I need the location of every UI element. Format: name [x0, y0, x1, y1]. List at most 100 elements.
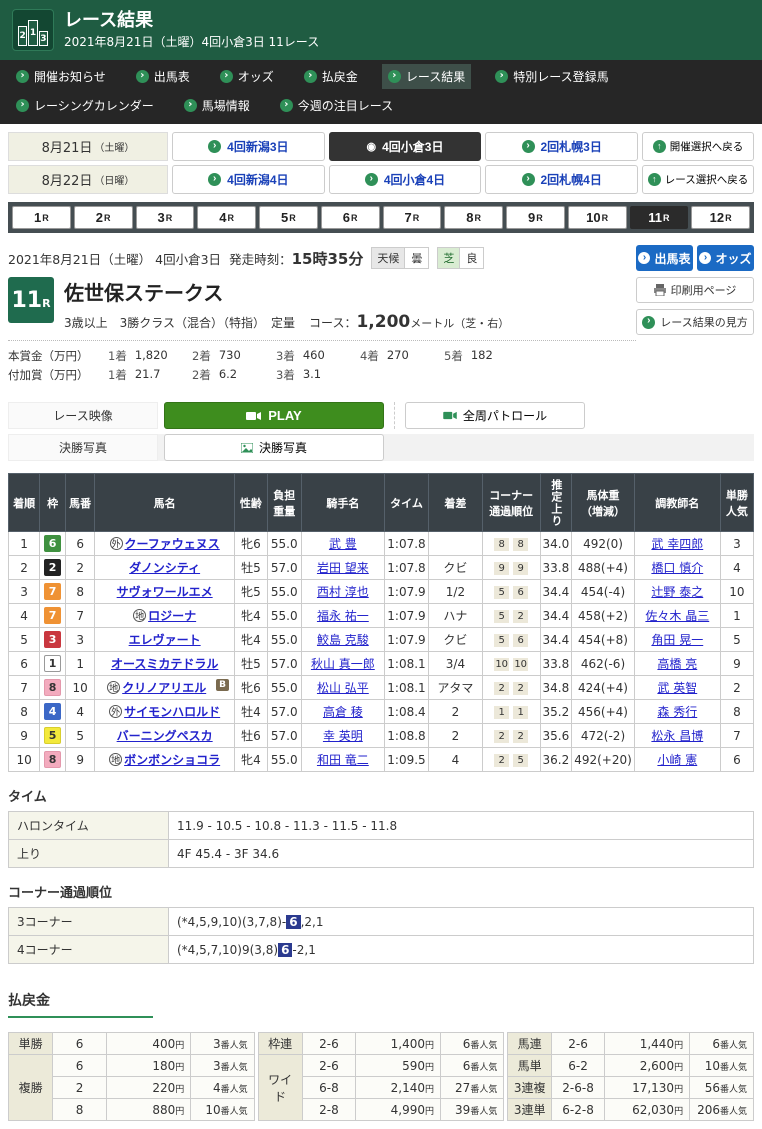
trainer-link[interactable]: 武 幸四郎 — [651, 537, 703, 551]
race-tab-11r[interactable]: 11R — [630, 206, 689, 229]
jockey-link[interactable]: 和田 竜二 — [317, 753, 369, 767]
horse-link[interactable]: バーニングペスカ — [117, 729, 213, 743]
jockey-link[interactable]: 秋山 真一郎 — [311, 657, 375, 671]
horse-link[interactable]: サイモンハロルド — [124, 705, 220, 719]
nav-item-label: オッズ — [238, 68, 274, 85]
horse-link[interactable]: サヴォワールエメ — [117, 585, 213, 599]
nav-item-出馬表[interactable]: 出馬表 — [130, 64, 196, 89]
horse-link[interactable]: ボンボンショコラ — [124, 753, 220, 767]
return-button-レース選択へ戻る[interactable]: レース選択へ戻る — [642, 165, 754, 194]
trainer-link[interactable]: 佐々木 晶三 — [645, 609, 709, 623]
trainer-link[interactable]: 小崎 憲 — [657, 753, 697, 767]
meeting-button-2回札幌4日[interactable]: 2回札幌4日 — [485, 165, 638, 194]
trainer-link[interactable]: 松永 昌博 — [651, 729, 703, 743]
race-tab-8r[interactable]: 8R — [444, 206, 503, 229]
patrol-video-button[interactable]: 全周パトロール — [405, 402, 585, 429]
horse-link[interactable]: クーファウェヌス — [125, 537, 220, 551]
corner-positions: 1010 — [482, 652, 540, 676]
nav-item-レーシングカレンダー[interactable]: レーシングカレンダー — [10, 93, 160, 118]
trainer-link[interactable]: 角田 晃一 — [651, 633, 703, 647]
chevron-right-icon — [365, 173, 378, 186]
race-tab-3r[interactable]: 3R — [136, 206, 195, 229]
popularity-value: 4 — [213, 1081, 221, 1095]
meeting-button-4回新潟3日[interactable]: 4回新潟3日 — [172, 132, 325, 161]
race-tab-2r[interactable]: 2R — [74, 206, 133, 229]
horse-link[interactable]: エレヴァート — [129, 633, 201, 647]
meeting-button-4回小倉3日[interactable]: ◉4回小倉3日 — [329, 132, 482, 161]
jockey-link[interactable]: 岩田 望来 — [317, 561, 369, 575]
return-button-開催選択へ戻る[interactable]: 開催選択へ戻る — [642, 132, 754, 161]
race-tab-6r[interactable]: 6R — [321, 206, 380, 229]
popularity-suffix: 番人気 — [720, 1107, 747, 1117]
trainer-link[interactable]: 武 英智 — [657, 681, 697, 695]
winner-highlight: 6 — [286, 915, 300, 929]
jockey-link[interactable]: 鮫島 克駿 — [317, 633, 369, 647]
horse-name-cell: エレヴァート — [95, 628, 235, 652]
date-dow: （日曜） — [94, 172, 134, 187]
prize-value: 1,820 — [135, 348, 168, 364]
chevron-right-icon — [208, 173, 221, 186]
race-tab-5r[interactable]: 5R — [259, 206, 318, 229]
finish-position: 4 — [9, 604, 40, 628]
nav-item-オッズ[interactable]: オッズ — [214, 64, 280, 89]
bet-amount: 62,030円 — [605, 1099, 690, 1121]
prize-pair: 1着21.7 — [108, 367, 178, 383]
jockey-link[interactable]: 松山 弘平 — [317, 681, 369, 695]
finish-photo-button[interactable]: 決勝写真 — [164, 434, 384, 461]
trainer-link[interactable]: 高橋 亮 — [657, 657, 697, 671]
winner-highlight: 6 — [278, 943, 292, 957]
result-guide-button[interactable]: レース結果の見方 — [636, 309, 754, 335]
race-tab-number: 4 — [219, 210, 226, 225]
jockey-link[interactable]: 福永 祐一 — [317, 609, 369, 623]
race-tab-7r[interactable]: 7R — [383, 206, 442, 229]
last-3f: 33.8 — [540, 556, 572, 580]
corner-section-heading: コーナー通過順位 — [8, 882, 754, 901]
location-pin-icon: ◉ — [367, 140, 377, 153]
nav-item-特別レース登録馬[interactable]: 特別レース登録馬 — [489, 64, 614, 89]
meeting-button-4回新潟4日[interactable]: 4回新潟4日 — [172, 165, 325, 194]
play-button[interactable]: PLAY — [164, 402, 384, 429]
table-row: 222ダノンシティ牡557.0岩田 望来1:07.8クビ9933.8488(+4… — [9, 556, 754, 580]
nav-item-レース結果[interactable]: レース結果 — [382, 64, 471, 89]
yen-suffix: 円 — [175, 1107, 184, 1117]
race-tab-10r[interactable]: 10R — [568, 206, 627, 229]
nav-item-今週の注目レース[interactable]: 今週の注目レース — [274, 93, 399, 118]
win-popularity: 1 — [720, 604, 753, 628]
race-tab-9r[interactable]: 9R — [506, 206, 565, 229]
jockey-link[interactable]: 西村 淳也 — [317, 585, 369, 599]
margin: クビ — [428, 556, 482, 580]
waku-cell: 6 — [40, 532, 66, 556]
trainer-link[interactable]: 橋口 慎介 — [651, 561, 703, 575]
weather-badge: 天候 曇 — [371, 247, 429, 269]
horse-link[interactable]: ダノンシティ — [129, 561, 200, 575]
race-tab-1r[interactable]: 1R — [12, 206, 71, 229]
trainer-link[interactable]: 森 秀行 — [657, 705, 697, 719]
print-page-button[interactable]: 印刷用ページ — [636, 277, 754, 303]
jockey-link[interactable]: 幸 英明 — [323, 729, 363, 743]
shutsuba-button[interactable]: ›出馬表 — [636, 245, 693, 271]
race-tab-12r[interactable]: 12R — [691, 206, 750, 229]
payout-heading: 払戻金 — [8, 990, 153, 1018]
popularity-value: 27 — [455, 1081, 470, 1095]
meeting-button-4回小倉4日[interactable]: 4回小倉4日 — [329, 165, 482, 194]
horse-link[interactable]: クリノアリエル — [122, 681, 206, 695]
horse-link[interactable]: ロジーナ — [148, 609, 196, 623]
nav-item-開催お知らせ[interactable]: 開催お知らせ — [10, 64, 112, 89]
trainer-link[interactable]: 辻野 泰之 — [651, 585, 703, 599]
jockey-link[interactable]: 武 豊 — [329, 537, 357, 551]
corner-table: 3コーナー(*4,5,9,10)(3,7,8)-6,2,14コーナー(*4,5,… — [8, 907, 754, 964]
bet-combination: 6 — [53, 1055, 107, 1077]
meeting-button-2回札幌3日[interactable]: 2回札幌3日 — [485, 132, 638, 161]
horse-name-cell: バーニングペスカ — [95, 724, 235, 748]
odds-button[interactable]: ›オッズ — [697, 245, 754, 271]
finish-time: 1:07.9 — [385, 628, 429, 652]
bet-popularity: 6番人気 — [441, 1033, 504, 1055]
race-tab-4r[interactable]: 4R — [197, 206, 256, 229]
nav-item-馬場情報[interactable]: 馬場情報 — [178, 93, 256, 118]
horse-link[interactable]: オースミカテドラル — [111, 657, 218, 671]
jockey-link[interactable]: 高倉 稜 — [323, 705, 363, 719]
start-time: 15時35分 — [292, 248, 364, 269]
nav-item-払戻金[interactable]: 払戻金 — [298, 64, 364, 89]
bet-amount: 400円 — [106, 1033, 190, 1055]
horse-name-cell: 外クーファウェヌス — [95, 532, 235, 556]
